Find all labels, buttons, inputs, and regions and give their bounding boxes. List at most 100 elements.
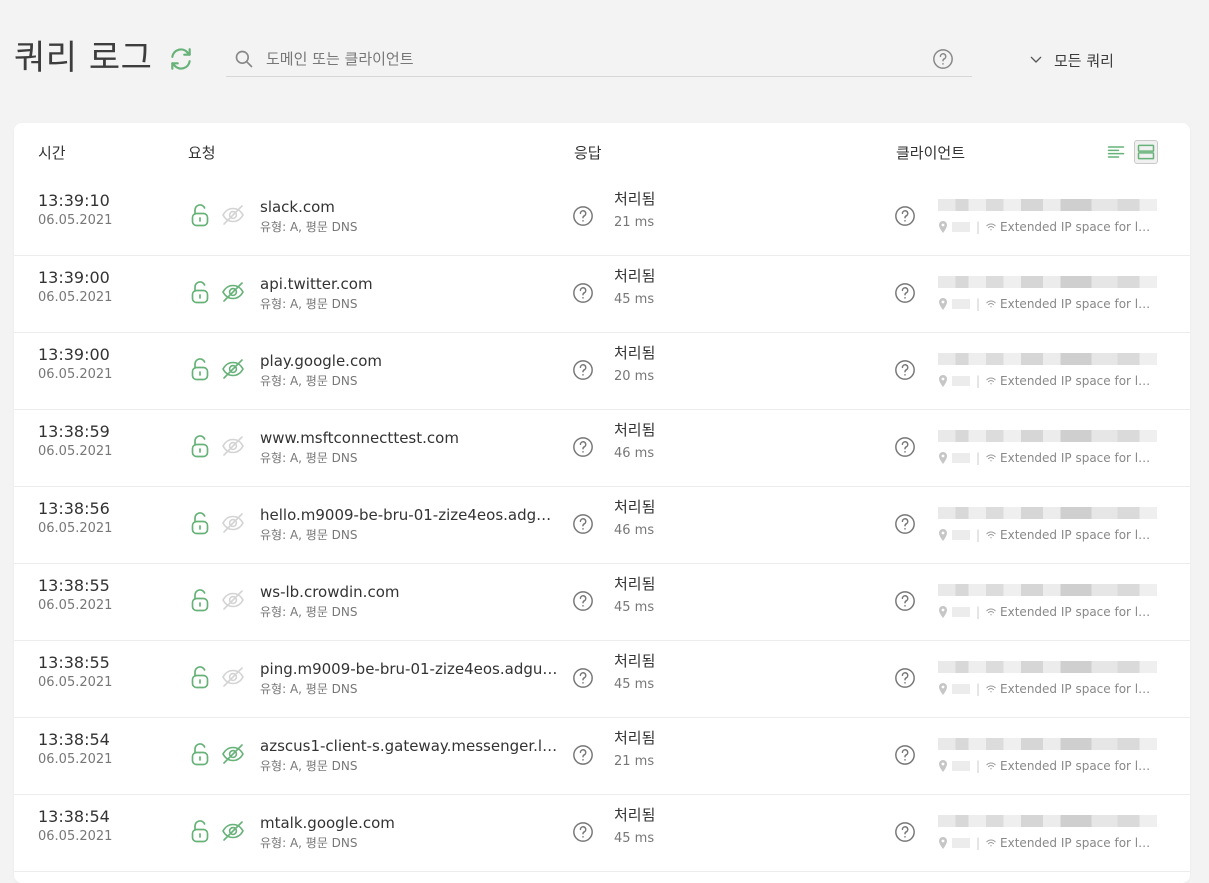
- location-pin-icon: [939, 221, 947, 233]
- request-cell: azscus1-client-s.gateway.messenger.liv… …: [260, 737, 560, 774]
- network-icon: [986, 223, 996, 231]
- response-status: 처리됨: [614, 498, 656, 516]
- help-icon[interactable]: [572, 436, 594, 458]
- client-meta: | Extended IP space for lon…: [938, 451, 1156, 465]
- table-row[interactable]: 13:38:54 06.05.2021 azscus1-client-s.gat…: [14, 718, 1190, 795]
- client-network-name: Extended IP space for lon…: [1000, 759, 1157, 773]
- request-type: 유형: A, 평문 DNS: [260, 451, 358, 465]
- eye-slash-icon: [222, 359, 244, 379]
- client-ip-redacted: [938, 276, 1157, 288]
- request-domain[interactable]: hello.m9009-be-bru-01-zize4eos.adgua…: [260, 506, 560, 524]
- table-row[interactable]: 13:38:59 06.05.2021 www.msftconnecttest.…: [14, 410, 1190, 487]
- time-value: 13:38:54: [38, 807, 110, 826]
- request-domain[interactable]: www.msftconnecttest.com: [260, 429, 560, 447]
- client-country-redacted: [952, 222, 970, 232]
- help-icon[interactable]: [572, 282, 594, 304]
- column-client: 클라이언트: [896, 144, 966, 162]
- help-icon[interactable]: [932, 48, 954, 70]
- table-row[interactable]: 13:39:00 06.05.2021 play.google.com 유형: …: [14, 333, 1190, 410]
- client-country-redacted: [952, 607, 970, 617]
- request-domain[interactable]: api.twitter.com: [260, 275, 560, 293]
- client-country-redacted: [952, 684, 970, 694]
- help-icon[interactable]: [894, 821, 916, 843]
- help-icon[interactable]: [894, 436, 916, 458]
- location-pin-icon: [939, 683, 947, 695]
- location-pin-icon: [939, 298, 947, 310]
- request-cell: hello.m9009-be-bru-01-zize4eos.adgua… 유형…: [260, 506, 560, 543]
- response-elapsed: 21 ms: [614, 754, 655, 769]
- client-network-name: Extended IP space for lon…: [1000, 836, 1157, 850]
- client-ip-redacted: [938, 430, 1157, 442]
- help-icon[interactable]: [572, 513, 594, 535]
- response-cell: 처리됨 21 ms: [614, 188, 655, 230]
- request-domain[interactable]: ping.m9009-be-bru-01-zize4eos.adgua…: [260, 660, 560, 678]
- table-row[interactable]: 13:38:56 06.05.2021 hello.m9009-be-bru-0…: [14, 487, 1190, 564]
- default-view-button[interactable]: [1134, 140, 1158, 164]
- table-row[interactable]: 13:38:54 06.05.2021 mtalk.google.com 유형:…: [14, 795, 1190, 872]
- separator: |: [976, 297, 981, 311]
- help-icon[interactable]: [894, 513, 916, 535]
- table-row[interactable]: 13:39:10 06.05.2021 slack.com 유형: A, 평문 …: [14, 179, 1190, 256]
- separator: |: [976, 759, 981, 773]
- table-row[interactable]: 13:38:55 06.05.2021 ping.m9009-be-bru-01…: [14, 641, 1190, 718]
- compact-view-button[interactable]: [1104, 140, 1128, 164]
- time-value: 13:38:54: [38, 730, 110, 749]
- eye-slash-icon: [222, 590, 244, 610]
- request-type: 유형: A, 평문 DNS: [260, 605, 358, 619]
- client-country-redacted: [952, 299, 970, 309]
- request-domain[interactable]: slack.com: [260, 198, 560, 216]
- network-icon: [986, 454, 996, 462]
- location-pin-icon: [939, 375, 947, 387]
- search-input[interactable]: [264, 46, 918, 72]
- request-domain[interactable]: mtalk.google.com: [260, 814, 560, 832]
- help-icon[interactable]: [572, 744, 594, 766]
- eye-slash-icon: [222, 667, 244, 687]
- client-meta: | Extended IP space for lon…: [938, 759, 1156, 773]
- help-icon[interactable]: [894, 282, 916, 304]
- network-icon: [986, 531, 996, 539]
- separator: |: [976, 528, 981, 542]
- client-country-redacted: [952, 761, 970, 771]
- table-header: 시간 요청 응답 클라이언트: [14, 123, 1190, 179]
- column-time: 시간: [38, 144, 66, 162]
- lock-icon: [191, 204, 209, 227]
- location-pin-icon: [939, 837, 947, 849]
- help-icon[interactable]: [894, 205, 916, 227]
- help-icon[interactable]: [572, 205, 594, 227]
- help-icon[interactable]: [894, 590, 916, 612]
- client-country-redacted: [952, 376, 970, 386]
- help-icon[interactable]: [894, 359, 916, 381]
- network-icon: [986, 762, 996, 770]
- location-pin-icon: [939, 606, 947, 618]
- client-ip-redacted: [938, 661, 1157, 673]
- table-row[interactable]: 13:38:55 06.05.2021 ws-lb.crowdin.com 유형…: [14, 564, 1190, 641]
- query-filter-select[interactable]: 모든 쿼리: [1028, 48, 1114, 72]
- request-cell: ws-lb.crowdin.com 유형: A, 평문 DNS: [260, 583, 560, 620]
- time-cell: 13:38:59 06.05.2021: [38, 422, 112, 459]
- response-elapsed: 20 ms: [614, 369, 655, 384]
- request-domain[interactable]: ws-lb.crowdin.com: [260, 583, 560, 601]
- help-icon[interactable]: [894, 744, 916, 766]
- request-domain[interactable]: play.google.com: [260, 352, 560, 370]
- help-icon[interactable]: [572, 821, 594, 843]
- client-network-name: Extended IP space for lon…: [1000, 451, 1157, 465]
- client-meta: | Extended IP space for lon…: [938, 682, 1156, 696]
- help-icon[interactable]: [572, 590, 594, 612]
- date-value: 06.05.2021: [38, 367, 113, 382]
- date-value: 06.05.2021: [38, 829, 113, 844]
- eye-slash-icon: [222, 744, 244, 764]
- response-elapsed: 46 ms: [614, 523, 655, 538]
- help-icon[interactable]: [572, 667, 594, 689]
- date-value: 06.05.2021: [38, 598, 113, 613]
- response-elapsed: 46 ms: [614, 446, 655, 461]
- help-icon[interactable]: [572, 359, 594, 381]
- client-ip-redacted: [938, 738, 1157, 750]
- client-ip-redacted: [938, 815, 1157, 827]
- request-domain[interactable]: azscus1-client-s.gateway.messenger.liv…: [260, 737, 560, 755]
- request-cell: slack.com 유형: A, 평문 DNS: [260, 198, 560, 235]
- refresh-button[interactable]: [168, 46, 194, 72]
- separator: |: [976, 374, 981, 388]
- help-icon[interactable]: [894, 667, 916, 689]
- table-row[interactable]: 13:39:00 06.05.2021 api.twitter.com 유형: …: [14, 256, 1190, 333]
- request-type: 유형: A, 평문 DNS: [260, 374, 358, 388]
